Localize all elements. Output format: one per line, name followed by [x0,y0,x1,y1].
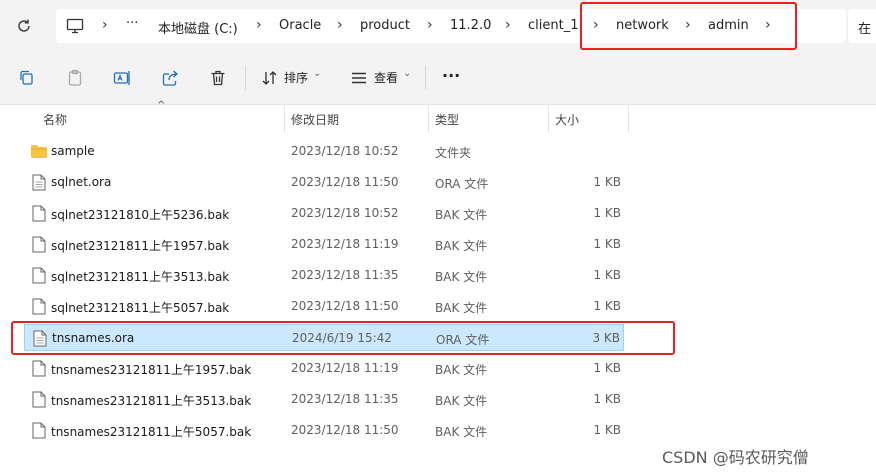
file-name: sqlnet23121811上午1957.bak [51,239,230,253]
refresh-icon[interactable] [14,16,34,36]
command-toolbar: 排序 ⌄ 查看 ⌄ ··· [0,52,876,105]
column-header-type[interactable]: 类型 [435,111,459,128]
list-item[interactable]: tnsnames23121811上午3513.bak 2023/12/18 11… [24,386,624,413]
rename-icon[interactable] [112,68,132,88]
file-icon [32,391,46,408]
list-item[interactable]: sqlnet23121811上午5057.bak 2023/12/18 11:5… [24,293,624,320]
file-type: BAK 文件 [435,239,488,253]
search-box-hint: 在 [858,22,872,37]
file-name: sample [51,144,95,158]
file-icon [32,205,46,222]
address-bar-area: › ··· 本地磁盘 (C:) › Oracle › product › 11.… [0,0,876,52]
file-name: sqlnet.ora [51,175,112,189]
file-name: sqlnet23121810上午5236.bak [51,208,230,222]
delete-icon[interactable] [208,68,228,88]
file-size: 1 KB [593,299,621,313]
file-type: BAK 文件 [435,208,488,222]
file-date: 2023/12/18 10:52 [291,206,399,220]
chevron-down-icon: ⌄ [313,68,322,79]
file-date: 2023/12/18 11:19 [291,361,399,375]
file-date: 2023/12/18 10:52 [291,144,399,158]
sort-button[interactable]: 排序 [284,69,308,86]
file-icon [32,360,46,377]
list-item[interactable]: sample 2023/12/18 10:52 文件夹 [24,138,624,165]
file-date: 2023/12/18 11:50 [291,299,399,313]
sort-icon[interactable] [260,68,280,88]
toolbar-divider [425,66,426,90]
selected-row-highlight-box [11,321,675,355]
chevron-right-icon: › [337,17,343,33]
copy-icon[interactable] [17,68,37,88]
folder-icon [30,144,48,159]
list-item[interactable]: tnsnames23121811上午1957.bak 2023/12/18 11… [24,355,624,382]
file-type: BAK 文件 [435,394,488,408]
chevron-right-icon: › [427,17,433,33]
list-item[interactable]: sqlnet23121810上午5236.bak 2023/12/18 10:5… [24,200,624,227]
breadcrumb-item-drive[interactable]: 本地磁盘 (C:) [158,18,238,37]
more-options-button[interactable]: ··· [442,66,460,85]
column-divider[interactable] [548,106,549,132]
file-icon [32,236,46,253]
file-name: sqlnet23121811上午3513.bak [51,270,230,284]
column-divider[interactable] [428,106,429,132]
file-size: 1 KB [593,392,621,406]
breadcrumb-item-product[interactable]: product [360,18,410,33]
chevron-right-icon: › [505,17,511,33]
file-type: 文件夹 [435,146,472,160]
file-type: BAK 文件 [435,270,488,284]
file-size: 1 KB [593,268,621,282]
chevron-right-icon: › [256,17,262,33]
file-date: 2023/12/18 11:19 [291,237,399,251]
this-pc-icon[interactable] [66,17,84,35]
column-divider[interactable] [628,106,629,132]
breadcrumb-overflow[interactable]: ··· [126,16,138,31]
file-size: 1 KB [593,206,621,220]
file-size: 1 KB [593,237,621,251]
file-icon [32,174,46,191]
file-date: 2023/12/18 11:35 [291,392,399,406]
file-date: 2023/12/18 11:50 [291,423,399,437]
file-icon [32,298,46,315]
file-date: 2023/12/18 11:35 [291,268,399,282]
file-icon [32,267,46,284]
file-icon [32,422,46,439]
list-item[interactable]: sqlnet23121811上午3513.bak 2023/12/18 11:3… [24,262,624,289]
column-header-size[interactable]: 大小 [555,111,579,128]
file-type: BAK 文件 [435,363,488,377]
paste-icon[interactable] [65,68,85,88]
view-icon[interactable] [349,68,369,88]
column-header-name[interactable]: 名称 [43,111,67,128]
share-icon[interactable] [160,68,180,88]
column-header-date[interactable]: 修改日期 [291,111,339,128]
watermark: CSDN @码农研究僧 [662,448,809,467]
file-type: BAK 文件 [435,425,488,439]
file-name: tnsnames23121811上午1957.bak [51,363,252,377]
sort-up-icon: ^ [157,100,166,111]
file-name: tnsnames23121811上午5057.bak [51,425,252,439]
file-name: sqlnet23121811上午5057.bak [51,301,230,315]
breadcrumb-item-oracle[interactable]: Oracle [279,18,321,33]
file-type: BAK 文件 [435,301,488,315]
breadcrumb-item-client[interactable]: client_1 [528,18,578,33]
list-item[interactable]: sqlnet23121811上午1957.bak 2023/12/18 11:1… [24,231,624,258]
file-date: 2023/12/18 11:50 [291,175,399,189]
breadcrumb-item-version[interactable]: 11.2.0 [450,18,491,33]
list-item[interactable]: tnsnames23121811上午5057.bak 2023/12/18 11… [24,417,624,444]
file-name: tnsnames23121811上午3513.bak [51,394,252,408]
list-item[interactable]: sqlnet.ora 2023/12/18 11:50 ORA 文件 1 KB [24,169,624,196]
column-divider[interactable] [284,106,285,132]
view-button[interactable]: 查看 [374,69,398,86]
file-size: 1 KB [593,423,621,437]
column-header-row: ^ 名称 修改日期 类型 大小 [0,100,876,132]
chevron-down-icon: ⌄ [403,68,412,79]
chevron-right-icon: › [102,17,108,33]
breadcrumb-highlight-box [580,2,797,50]
toolbar-divider [245,66,246,90]
file-size: 1 KB [593,361,621,375]
file-type: ORA 文件 [435,177,489,191]
file-size: 1 KB [593,175,621,189]
search-box[interactable]: 在 [848,9,876,43]
